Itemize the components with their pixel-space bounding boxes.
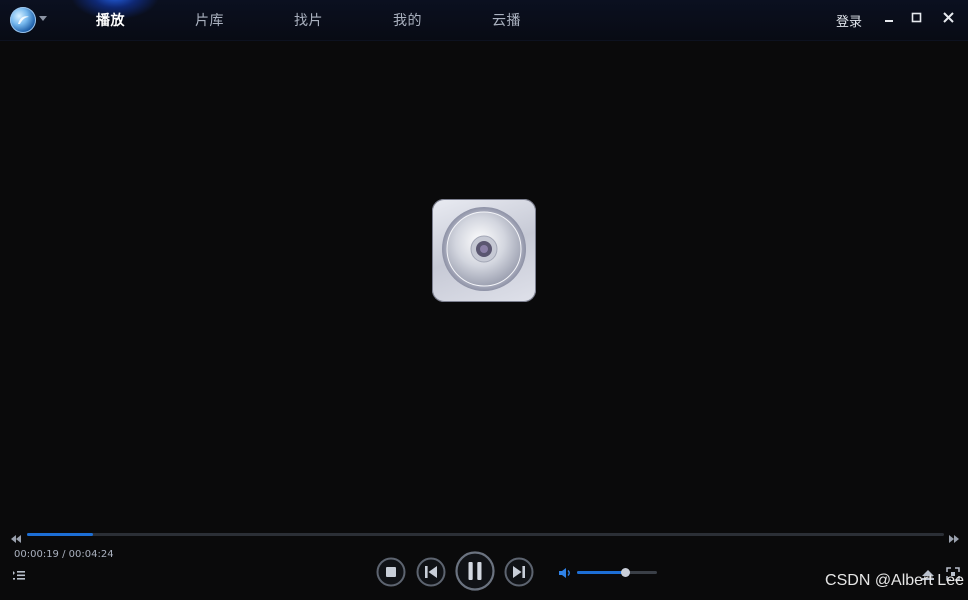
tab-play[interactable]: 播放 [96, 10, 125, 30]
volume-knob[interactable] [621, 568, 630, 577]
playlist-icon [13, 571, 25, 580]
minimize-icon [885, 20, 893, 22]
disc-icon [432, 199, 536, 302]
watermark-text: CSDN @Albert Lee [825, 572, 964, 589]
tab-cloud[interactable]: 云播 [492, 10, 521, 30]
fast-forward-button[interactable] [948, 529, 960, 548]
progress-bar[interactable] [27, 533, 944, 536]
next-button[interactable] [504, 557, 534, 587]
login-button[interactable]: 登录 [836, 11, 862, 30]
pause-icon [455, 551, 495, 591]
next-icon [504, 557, 534, 587]
minimize-button[interactable] [881, 10, 897, 26]
pause-button[interactable] [455, 551, 495, 591]
maximize-icon [911, 12, 922, 23]
time-display: 00:00:19 / 00:04:24 [14, 549, 114, 560]
stop-icon [376, 557, 406, 587]
rewind-button[interactable] [10, 529, 22, 548]
playlist-button[interactable] [12, 566, 26, 585]
title-bar: 播放 片库 找片 我的 云播 登录 [0, 0, 968, 41]
app-logo-icon[interactable] [10, 7, 36, 33]
close-icon [943, 12, 954, 23]
progress-fill [27, 533, 94, 536]
maximize-button[interactable] [909, 10, 925, 26]
speaker-icon [559, 568, 570, 578]
stop-button[interactable] [376, 557, 406, 587]
tab-library[interactable]: 片库 [195, 10, 224, 30]
app-menu-dropdown-icon[interactable] [39, 16, 47, 21]
tab-mine[interactable]: 我的 [393, 10, 422, 30]
volume-slider[interactable] [577, 568, 657, 577]
tab-find[interactable]: 找片 [294, 10, 323, 30]
previous-button[interactable] [416, 557, 446, 587]
volume-button[interactable] [558, 565, 572, 584]
previous-icon [416, 557, 446, 587]
rewind-icon [11, 535, 21, 543]
close-button[interactable] [941, 10, 957, 26]
volume-fill [577, 571, 625, 574]
fast-forward-icon [949, 535, 959, 543]
